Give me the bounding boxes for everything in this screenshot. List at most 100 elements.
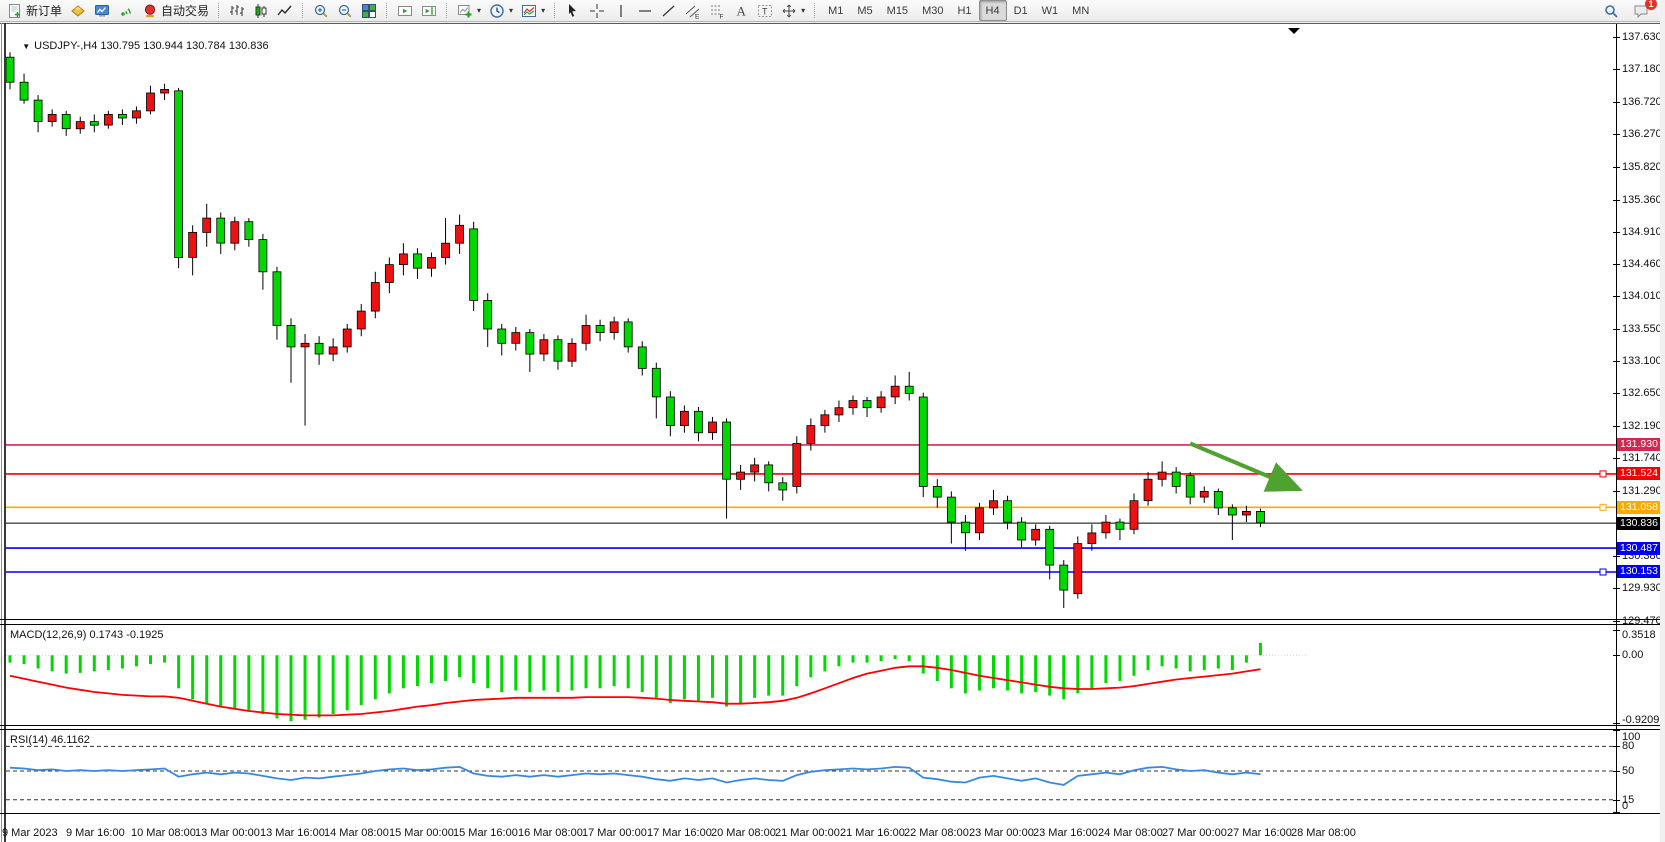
price-tick <box>1613 621 1620 622</box>
zoom-out-button[interactable] <box>333 0 357 21</box>
price-tick <box>1613 134 1620 135</box>
time-axis-label: 27 Mar 16:00 <box>1227 827 1292 839</box>
time-axis-label: 24 Mar 08:00 <box>1098 827 1163 839</box>
pane-splitter-1[interactable] <box>0 619 1660 620</box>
tf-m30[interactable]: M30 <box>915 0 950 21</box>
bar-chart-button[interactable] <box>225 0 249 21</box>
notification-badge: 1 <box>1645 0 1657 10</box>
price-tick-label: 134.460 <box>1622 257 1662 271</box>
trend-arrow-annotation <box>1190 444 1295 488</box>
time-axis-label: 15 Mar 16:00 <box>453 827 518 839</box>
macd-label: MACD(12,26,9) 0.1743 -0.1925 <box>10 629 163 641</box>
new-chart-icon <box>457 3 473 19</box>
pane-splitter-2[interactable] <box>0 725 1660 726</box>
price-tick-label: 134.910 <box>1622 225 1662 239</box>
cursor-icon <box>565 3 581 19</box>
price-tick <box>1613 426 1620 427</box>
tf-m15[interactable]: M15 <box>880 0 915 21</box>
arrows-icon <box>781 3 797 19</box>
terminal-button[interactable] <box>90 0 114 21</box>
price-tick-label: 137.180 <box>1622 62 1662 76</box>
trendline-button[interactable] <box>657 0 681 21</box>
dropdown-caret-icon[interactable]: ▾ <box>477 6 481 15</box>
gold-ingot-button[interactable] <box>66 0 90 21</box>
tf-m5[interactable]: M5 <box>850 0 879 21</box>
tf-h4-label: H4 <box>986 5 1000 17</box>
line-chart-icon <box>277 3 293 19</box>
line-handle <box>1600 471 1606 477</box>
window-right-margin <box>1660 0 1665 842</box>
price-tick-label: 133.100 <box>1622 354 1662 368</box>
pane-splitter-1b[interactable] <box>0 624 1660 625</box>
chart-shift-button[interactable] <box>417 0 441 21</box>
time-axis-label: 13 Mar 16:00 <box>260 827 325 839</box>
signals-button[interactable] <box>114 0 138 21</box>
price-badge: 130.487 <box>1617 542 1661 555</box>
line-chart-button[interactable] <box>273 0 297 21</box>
svg-text:F: F <box>720 13 724 19</box>
auto-scroll-button[interactable] <box>393 0 417 21</box>
tf-h4[interactable]: H4 <box>979 0 1007 21</box>
pane-bottom-border <box>0 813 1660 814</box>
price-tick-label: 136.720 <box>1622 95 1662 109</box>
svg-text:E: E <box>695 13 700 19</box>
search-button[interactable] <box>1599 0 1623 21</box>
chart-window[interactable]: ▼USDJPY-,H4 130.795 130.944 130.784 130.… <box>0 23 1660 842</box>
rsi-pane[interactable] <box>6 730 1616 813</box>
toolbar-group-scroll <box>393 0 441 21</box>
vertical-line-button[interactable] <box>609 0 633 21</box>
price-tick-label: 136.270 <box>1622 127 1662 141</box>
price-tick <box>1613 329 1620 330</box>
text-label-icon: T <box>757 3 773 19</box>
tile-windows-button[interactable] <box>357 0 381 21</box>
dropdown-caret-icon[interactable]: ▾ <box>801 6 805 15</box>
tf-d1-label: D1 <box>1014 5 1028 17</box>
time-axis-label: 9 Mar 16:00 <box>66 827 125 839</box>
new-order-button[interactable]: 新订单 <box>3 0 66 21</box>
price-pane[interactable] <box>6 25 1616 619</box>
price-tick-label: 135.360 <box>1622 193 1662 207</box>
time-axis-label: 15 Mar 00:00 <box>389 827 454 839</box>
text-label-button[interactable]: T <box>753 0 777 21</box>
macd-tick <box>1613 655 1620 656</box>
crosshair-button[interactable] <box>585 0 609 21</box>
horizontal-line-button[interactable] <box>633 0 657 21</box>
tf-w1[interactable]: W1 <box>1035 0 1066 21</box>
new-order-button-label: 新订单 <box>26 2 62 19</box>
zoom-in-button[interactable] <box>309 0 333 21</box>
macd-tick <box>1613 723 1620 724</box>
templates-button[interactable]: ▾ <box>517 0 549 21</box>
tf-h1[interactable]: H1 <box>950 0 978 21</box>
price-badge: 130.153 <box>1617 565 1661 578</box>
macd-pane[interactable] <box>6 626 1616 725</box>
cursor-button[interactable] <box>561 0 585 21</box>
tf-m30-label: M30 <box>922 5 943 17</box>
dropdown-caret-icon[interactable]: ▾ <box>541 6 545 15</box>
tf-m15-label: M15 <box>887 5 908 17</box>
chat-button[interactable]: 1 <box>1629 0 1653 21</box>
time-axis-label: 13 Mar 00:00 <box>195 827 260 839</box>
periods-button[interactable]: ▾ <box>485 0 517 21</box>
search-icon <box>1603 3 1619 19</box>
text-button[interactable]: A <box>729 0 753 21</box>
tf-d1[interactable]: D1 <box>1007 0 1035 21</box>
fibonacci-button[interactable]: F <box>705 0 729 21</box>
tf-mn[interactable]: MN <box>1065 0 1096 21</box>
window-left-border-outer <box>1 23 2 842</box>
line-handle <box>1600 569 1606 575</box>
new-chart-button[interactable]: ▾ <box>453 0 485 21</box>
candlestick-chart-button[interactable] <box>249 0 273 21</box>
equidistant-channel-button[interactable]: E <box>681 0 705 21</box>
time-axis-label: 28 Mar 08:00 <box>1291 827 1356 839</box>
toolbar-group-chart-type <box>225 0 297 21</box>
toolbar-group-timeframes: M1M5 M15 M30 H1 H4 D1 W1MN <box>821 0 1096 21</box>
time-axis-label: 27 Mar 00:00 <box>1162 827 1227 839</box>
autotrading-button[interactable]: 自动交易 <box>138 0 213 21</box>
dropdown-caret-icon[interactable]: ▾ <box>509 6 513 15</box>
arrows-button[interactable]: ▾ <box>777 0 809 21</box>
tf-m1[interactable]: M1 <box>821 0 850 21</box>
price-badge: 130.836 <box>1617 517 1661 530</box>
price-tick <box>1613 232 1620 233</box>
toolbar-group-draw-tools: E FAT ▾ <box>561 0 809 21</box>
template-icon <box>521 3 537 19</box>
